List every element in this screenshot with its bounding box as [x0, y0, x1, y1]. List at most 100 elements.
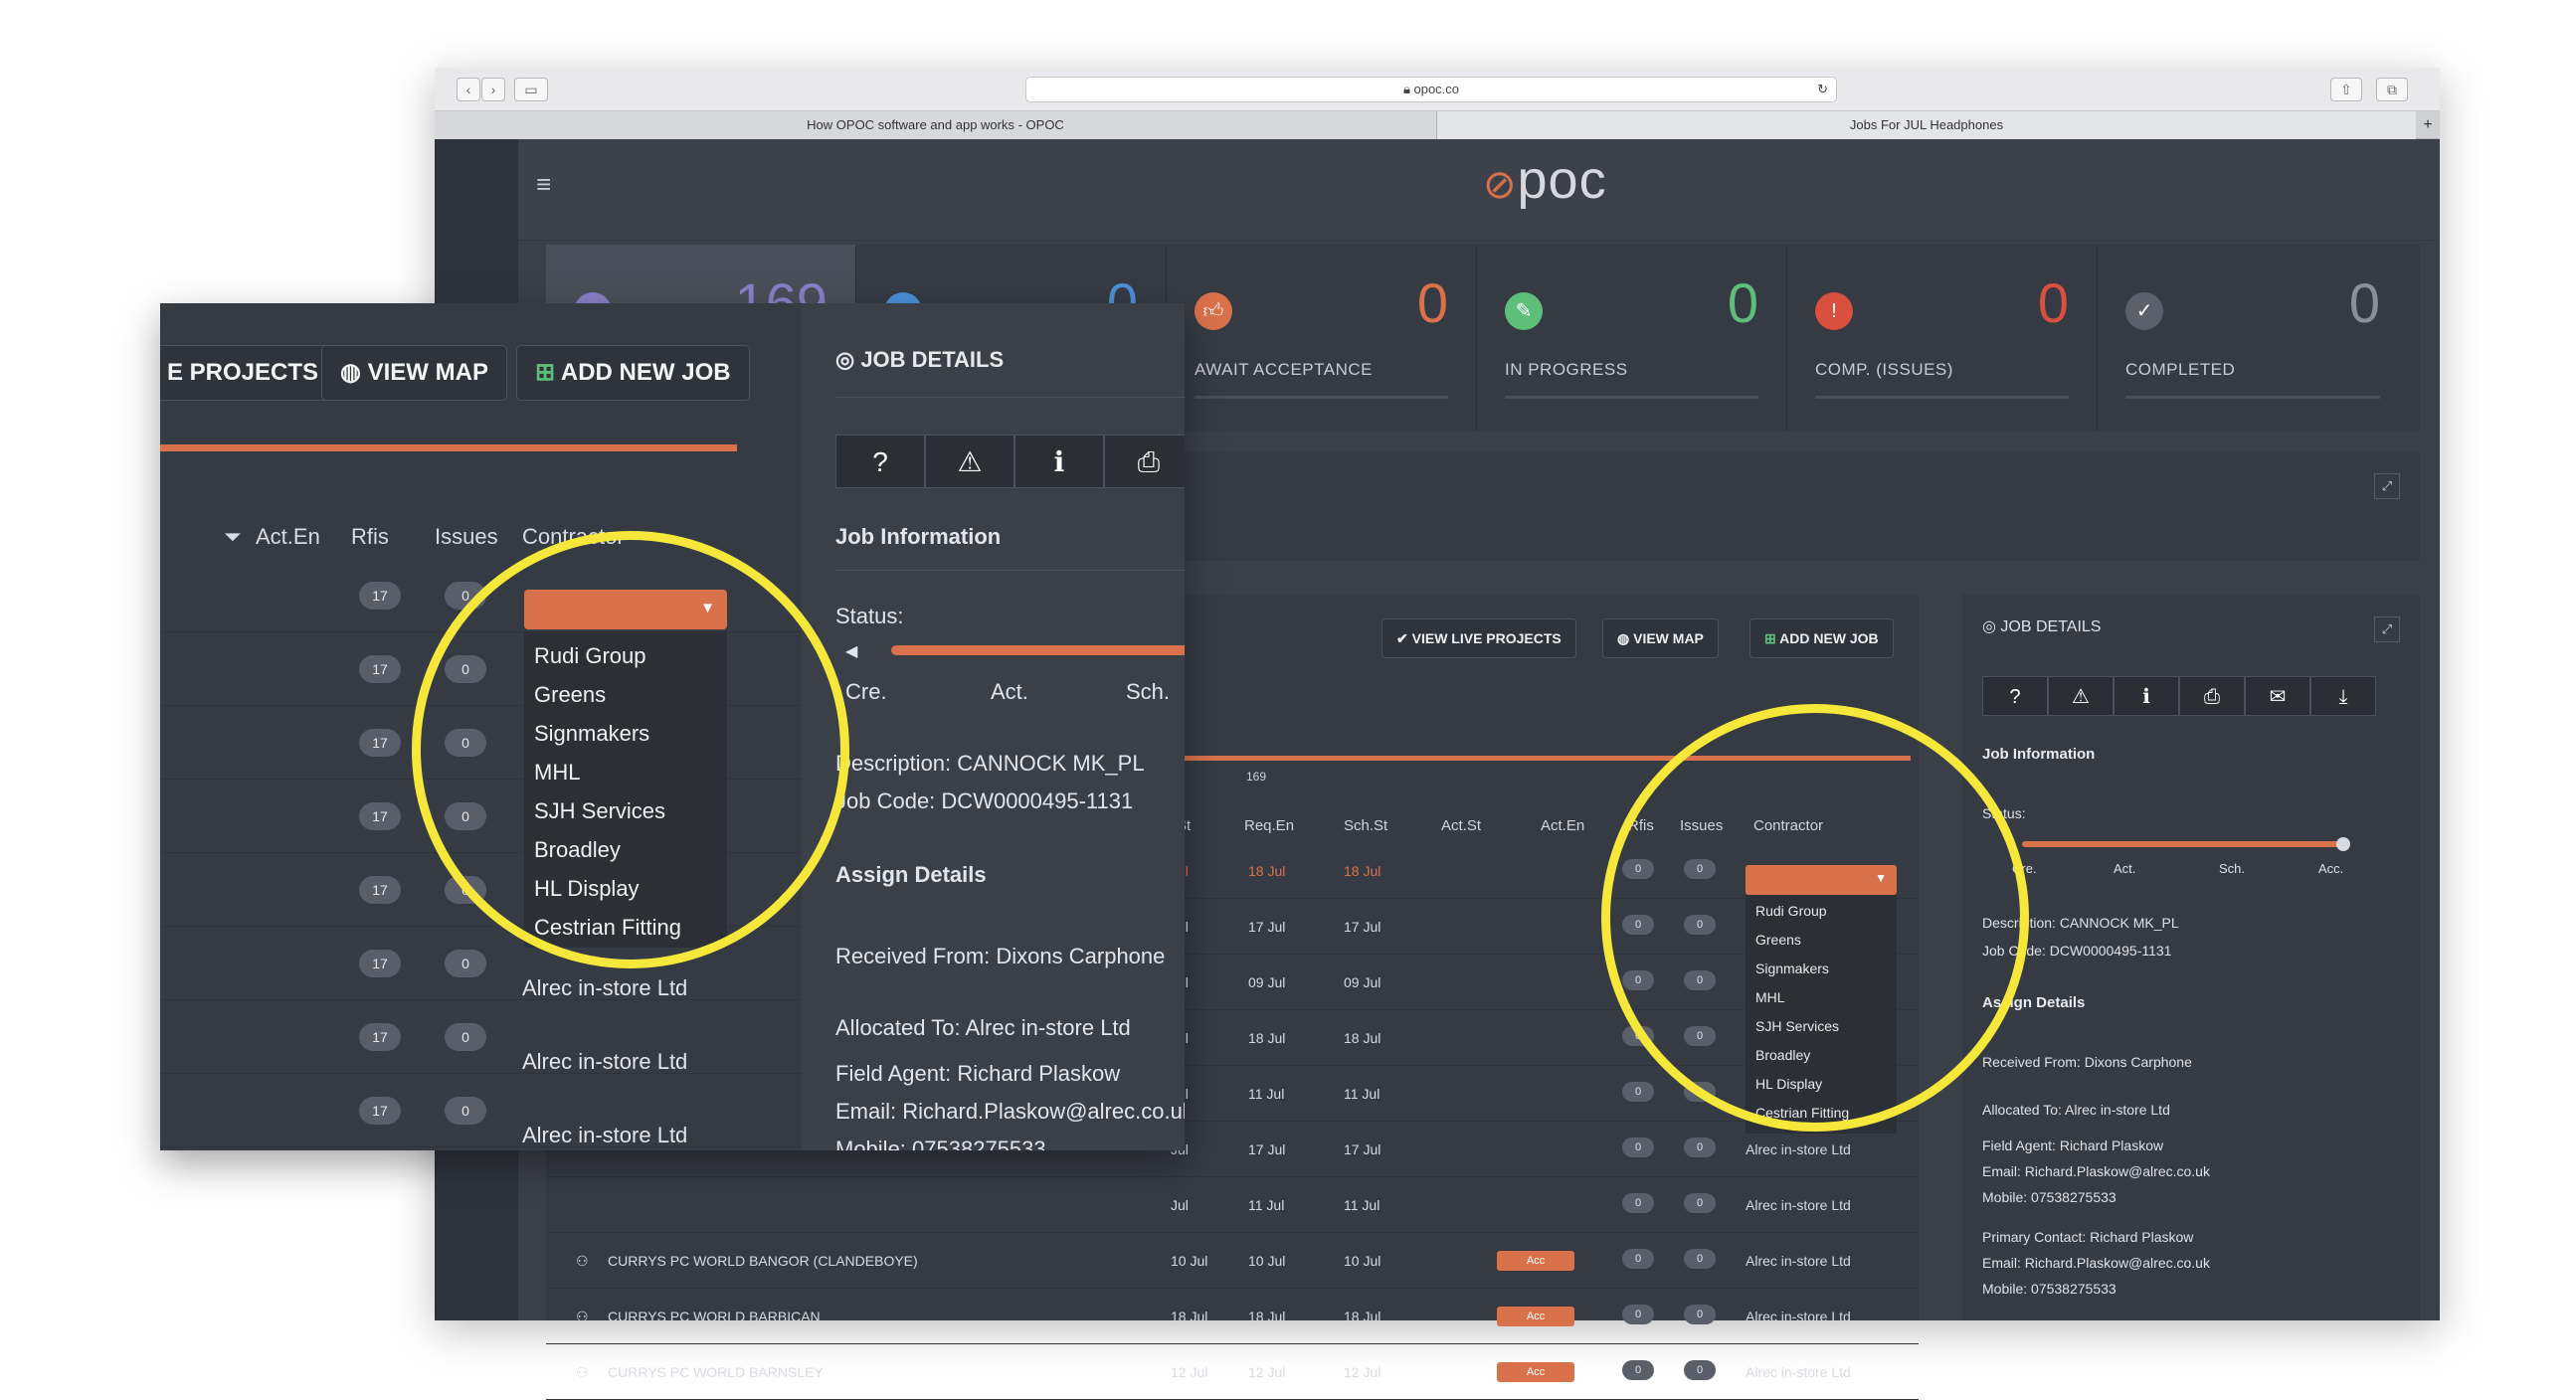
rfis-count[interactable]: 0	[1622, 1193, 1654, 1213]
add-new-job-button[interactable]: ⊞ ADD NEW JOB	[1749, 618, 1894, 658]
issues-count[interactable]: 0	[1684, 1138, 1716, 1157]
email-icon[interactable]: ✉	[2245, 676, 2310, 716]
back-icon[interactable]: ‹	[457, 78, 480, 101]
col-sch-st[interactable]: Sch.St	[1344, 817, 1387, 834]
mobile-label: Mobile:	[1982, 1189, 2028, 1205]
plus-square-icon: ⊞	[535, 359, 561, 386]
table-row[interactable]: ⚇ CURRYS PC WORLD BANGOR (CLANDEBOYE) Acc 1…	[546, 1233, 1919, 1289]
issues-count[interactable]: 0	[1684, 1249, 1716, 1269]
rfis-count[interactable]: 0	[1622, 1305, 1654, 1324]
issues-count[interactable]: 0	[445, 950, 486, 977]
status-progress	[2022, 841, 2342, 847]
warning-icon[interactable]: ⚠	[925, 435, 1014, 488]
rfis-count[interactable]: 0	[1622, 1360, 1654, 1380]
help-icon[interactable]: ?	[1982, 676, 2048, 716]
view-live-projects-button[interactable]: ✔︎ VIEW LIVE PROJECTS	[1381, 618, 1576, 658]
col-act-en[interactable]: Act.En	[256, 524, 320, 550]
col-req-en[interactable]: Req.En	[1244, 817, 1294, 834]
rfis-count[interactable]: 0	[1622, 1082, 1654, 1102]
rfis-count[interactable]: 17	[359, 1097, 401, 1125]
url-bar[interactable]: 🔒︎ opoc.co ↻	[1025, 77, 1837, 102]
col-issues[interactable]: Issues	[435, 524, 498, 550]
rfis-count[interactable]: 17	[359, 582, 401, 610]
status-left-arrow-icon[interactable]: ◀	[845, 641, 857, 661]
share-icon[interactable]: ⇧	[2330, 78, 2362, 101]
email-link[interactable]: Richard.Plaskow@alrec.co.uk	[2025, 1163, 2210, 1179]
rfis-count[interactable]: 17	[359, 950, 401, 977]
status-step: Acc.	[2318, 861, 2344, 876]
expand-icon[interactable]: ⤢	[2374, 616, 2400, 642]
stat-await-acceptance[interactable]: 👍︎ 0 AWAIT ACCEPTANCE	[1167, 245, 1477, 432]
issues-count[interactable]: 0	[445, 1097, 486, 1125]
divider	[835, 570, 1185, 571]
add-new-job-button[interactable]: ⊞ ADD NEW JOB	[516, 345, 750, 401]
mobile-label: Mobile:	[1982, 1281, 2028, 1297]
col-rfis[interactable]: Rfis	[351, 524, 389, 550]
col-act-en[interactable]: Act.En	[1541, 817, 1584, 834]
new-tab-button[interactable]: +	[2416, 111, 2440, 139]
panel-title: JOB DETAILS	[2000, 618, 2102, 635]
rfis-count[interactable]: 0	[1622, 1138, 1654, 1157]
tabs-overview-icon[interactable]: ⧉	[2376, 78, 2408, 101]
filter-icon[interactable]: ⏷	[224, 524, 242, 550]
reload-icon[interactable]: ↻	[1817, 78, 1828, 101]
button-label: ADD NEW JOB	[560, 359, 731, 386]
tab-how-opoc[interactable]: How OPOC software and app works - OPOC	[435, 111, 1436, 139]
date-cell: Jul	[1171, 1197, 1189, 1213]
allocated-to-value: Alrec in-store Ltd	[2065, 1102, 2170, 1118]
info-icon[interactable]: ℹ	[1014, 435, 1104, 488]
rfis-count[interactable]: 17	[359, 876, 401, 904]
received-from-label: Received From:	[835, 944, 991, 968]
rfis-count[interactable]: 17	[359, 802, 401, 830]
rfis-count[interactable]: 0	[1622, 1249, 1654, 1269]
issues-count[interactable]: 0	[1684, 1360, 1716, 1380]
job-code-label: Job Code:	[835, 788, 936, 813]
col-act-st[interactable]: Act.St	[1441, 817, 1481, 834]
issues-count[interactable]: 0	[1684, 1305, 1716, 1324]
stat-value: 0	[2348, 271, 2380, 334]
rfis-count[interactable]: 17	[359, 729, 401, 757]
button-label: E PROJECTS	[167, 359, 319, 386]
issues-count[interactable]: 0	[445, 1023, 486, 1051]
job-name[interactable]: CURRYS PC WORLD BARNSLEY	[608, 1364, 824, 1380]
user-icon: ⚇	[576, 1364, 589, 1380]
stat-completed[interactable]: ✓ 0 COMPLETED	[2098, 245, 2408, 432]
forward-icon[interactable]: ›	[481, 78, 505, 101]
date-cell: 18 Jul	[1171, 1309, 1208, 1324]
issues-icon: !	[1815, 292, 1853, 330]
user-icon: ⚇	[576, 1253, 589, 1269]
info-icon[interactable]: ℹ	[2114, 676, 2179, 716]
table-row[interactable]: ⚇ CURRYS PC WORLD BARNSLEY Acc 12 Jul 12 Jul…	[546, 1344, 1919, 1400]
email-link[interactable]: Richard.Plaskow@alrec.co.uk	[902, 1099, 1185, 1124]
hamburger-icon[interactable]: ≡	[536, 169, 551, 200]
sidebar-toggle-icon[interactable]: ▭	[514, 78, 548, 101]
pdf-icon[interactable]: ⎙	[1104, 435, 1185, 488]
rfis-count[interactable]: 17	[359, 655, 401, 683]
expand-icon[interactable]: ⤢	[2374, 473, 2400, 499]
received-from-value: Dixons Carphone	[996, 944, 1166, 968]
job-name[interactable]: CURRYS PC WORLD BANGOR (CLANDEBOYE)	[608, 1253, 918, 1269]
view-map-button[interactable]: ◍ VIEW MAP	[321, 345, 507, 401]
table-row[interactable]: Jul 11 Jul 11 Jul 0 0 Alrec in-store Ltd	[546, 1177, 1919, 1233]
status-handle[interactable]	[2336, 837, 2350, 851]
view-map-button[interactable]: ◍ VIEW MAP	[1602, 618, 1719, 658]
description-value: CANNOCK MK_PL	[957, 751, 1145, 776]
tab-jobs[interactable]: Jobs For JUL Headphones	[1436, 111, 2416, 139]
job-details-header: ◎ JOB DETAILS	[1982, 616, 2101, 636]
stat-in-progress[interactable]: ✎ 0 IN PROGRESS	[1477, 245, 1787, 432]
help-icon[interactable]: ?	[835, 435, 925, 488]
view-live-projects-button[interactable]: E PROJECTS	[160, 345, 338, 401]
download-icon[interactable]: ⤓	[2310, 676, 2376, 716]
field-agent-value: Richard Plaskow	[957, 1061, 1121, 1086]
job-name[interactable]: CURRYS PC WORLD BARBICAN	[608, 1309, 821, 1324]
tab-label: Jobs For JUL Headphones	[1849, 117, 2004, 132]
email-link[interactable]: Richard.Plaskow@alrec.co.uk	[2025, 1255, 2210, 1271]
stat-comp-issues[interactable]: ! 0 COMP. (ISSUES)	[1787, 245, 2098, 432]
pdf-icon[interactable]: ⎙	[2179, 676, 2245, 716]
rfis-count[interactable]: 17	[359, 1023, 401, 1051]
issues-count[interactable]: 0	[1684, 1193, 1716, 1213]
field-agent-label: Field Agent:	[835, 1061, 952, 1086]
allocated-to-label: Allocated To:	[1982, 1102, 2062, 1118]
table-row[interactable]: ⚇ CURRYS PC WORLD BARBICAN Acc 18 Jul 18 Jul…	[546, 1289, 1919, 1344]
warning-icon[interactable]: ⚠	[2048, 676, 2114, 716]
